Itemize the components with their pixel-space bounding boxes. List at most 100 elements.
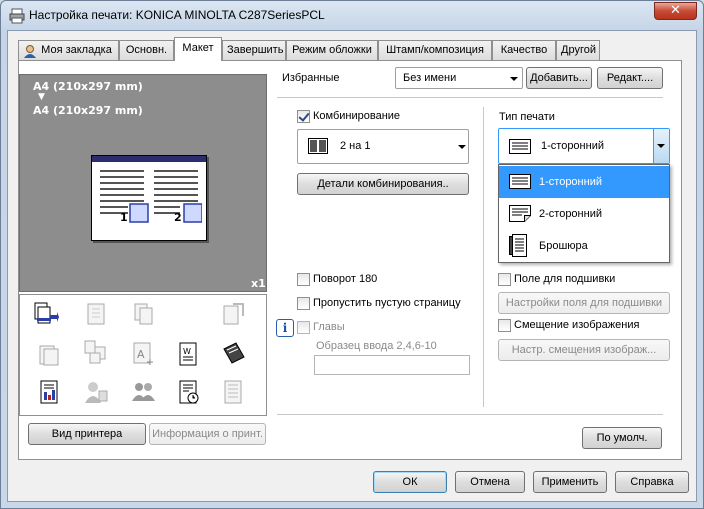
booklet-pages-icon[interactable]	[37, 342, 63, 368]
chapters-input[interactable]	[314, 355, 470, 375]
page-number-2: 2	[174, 211, 182, 224]
tab-label: Макет	[182, 42, 214, 54]
sheet-header-bar	[92, 156, 206, 162]
watermark-icon[interactable]: W	[176, 341, 202, 367]
combine-value: 2 на 1	[340, 140, 371, 152]
chevron-down-icon	[510, 77, 518, 81]
tab-my-tab[interactable]: Моя закладка	[18, 40, 119, 60]
tab-cover-mode[interactable]: Режим обложки	[286, 40, 378, 60]
person-icon	[24, 45, 36, 58]
option-label: 1-сторонний	[539, 176, 602, 188]
favorites-label: Избранные	[282, 72, 340, 84]
divider	[277, 97, 663, 98]
print-type-select[interactable]: 1-сторонний	[498, 128, 670, 164]
image-shift-settings-button[interactable]: Настр. смещения изображ...	[498, 339, 670, 361]
svg-text:W: W	[183, 347, 191, 356]
combine-checkbox[interactable]	[297, 110, 310, 123]
multi-page-icon[interactable]	[83, 339, 109, 365]
apply-button[interactable]: Применить	[533, 471, 607, 493]
binding-margin-label: Поле для подшивки	[514, 273, 616, 285]
combine-details-button[interactable]: Детали комбинирования..	[297, 173, 469, 195]
printer-icon	[9, 8, 25, 24]
tab-stamp-composition[interactable]: Штамп/композиция	[378, 40, 492, 60]
combine-select[interactable]: 2 на 1	[297, 129, 469, 164]
default-button[interactable]: По умолч.	[582, 427, 662, 449]
print-type-label: Тип печати	[499, 111, 555, 123]
column-divider	[483, 107, 484, 407]
page-number-1: 1	[120, 211, 128, 224]
option-label: 2-сторонний	[539, 208, 602, 220]
svg-text:A: A	[137, 348, 145, 361]
preview-sheet: 1 2	[91, 155, 207, 241]
group-stamp-icon[interactable]	[131, 379, 157, 405]
one-sided-icon	[509, 139, 531, 154]
title-bar: Настройка печати: KONICA MINOLTA C287Ser…	[1, 1, 703, 31]
skip-blank-label: Пропустить пустую страницу	[313, 297, 461, 309]
print-preview: A4 (210x297 mm) ▼ A4 (210x297 mm) x1 1 2	[19, 74, 267, 292]
chapters-hint: Образец ввода 2,4,6-10	[316, 340, 437, 352]
tab-label: Моя закладка	[41, 44, 112, 56]
tab-label: Штамп/композиция	[386, 44, 484, 56]
booklet-icon	[509, 234, 527, 257]
poster-mode-icon[interactable]	[83, 301, 109, 327]
chevron-down-icon	[458, 145, 466, 149]
print-type-value: 1-сторонний	[541, 140, 604, 152]
rotate-180-checkbox[interactable]	[297, 273, 310, 286]
function-icons-panel: A W	[19, 294, 267, 416]
arrow-down-icon: ▼	[38, 92, 45, 102]
cancel-button[interactable]: Отмена	[455, 471, 525, 493]
rotate-page-icon[interactable]	[221, 301, 247, 327]
paper-size-original: A4 (210x297 mm)	[33, 80, 143, 93]
tab-layout[interactable]: Макет	[174, 37, 222, 61]
tab-other[interactable]: Другой	[556, 40, 600, 60]
add-favorite-button[interactable]: Добавить...	[526, 67, 592, 89]
info-icon[interactable]: i	[276, 319, 294, 337]
copies-count: x1	[251, 277, 266, 290]
dropdown-option-booklet[interactable]: Брошюра	[499, 230, 669, 262]
printer-info-button[interactable]: Информация о принт.	[149, 423, 266, 445]
tab-label: Режим обложки	[292, 44, 372, 56]
chapters-checkbox[interactable]	[297, 321, 310, 334]
help-button[interactable]: Справка	[615, 471, 689, 493]
user-stamp-icon[interactable]	[83, 379, 109, 405]
copy-pages-icon[interactable]	[131, 301, 157, 327]
option-label: Брошюра	[539, 240, 588, 252]
image-shift-label: Смещение изображения	[514, 319, 640, 331]
skip-blank-checkbox[interactable]	[297, 297, 310, 310]
print-type-dropdown-list: 1-сторонний 2-сторонний Брошюра	[498, 164, 670, 263]
overlay-icon[interactable]	[221, 341, 247, 367]
two-pages-icon	[308, 138, 328, 154]
chapters-label: Главы	[313, 321, 345, 333]
favorites-value: Без имени	[403, 72, 457, 84]
tab-quality[interactable]: Качество	[492, 40, 556, 60]
binding-margin-settings-button[interactable]: Настройки поля для подшивки	[498, 292, 670, 314]
edit-favorite-button[interactable]: Редакт....	[597, 67, 663, 89]
dropdown-option-two-sided[interactable]: 2-сторонний	[499, 198, 669, 230]
tab-finishing[interactable]: Завершить	[222, 40, 286, 60]
header-footer-icon[interactable]	[221, 379, 247, 405]
tab-basic[interactable]: Основн.	[119, 40, 174, 60]
page-content-lines	[100, 170, 202, 223]
one-sided-icon	[509, 174, 531, 189]
tab-label: Другой	[561, 44, 596, 56]
tab-label: Основн.	[125, 44, 168, 56]
tab-label: Завершить	[227, 44, 284, 56]
chevron-down-icon	[657, 144, 665, 148]
favorites-select[interactable]: Без имени	[395, 67, 523, 89]
close-button[interactable]: ✕	[654, 2, 697, 20]
printer-view-button[interactable]: Вид принтера	[28, 423, 146, 445]
add-text-icon[interactable]: A	[131, 341, 157, 367]
combine-pages-icon[interactable]	[33, 301, 59, 327]
date-stamp-icon[interactable]	[176, 379, 202, 405]
image-shift-checkbox[interactable]	[498, 319, 511, 332]
window-title: Настройка печати: KONICA MINOLTA C287Ser…	[29, 8, 325, 22]
close-icon: ✕	[670, 3, 681, 18]
ok-button[interactable]: ОК	[373, 471, 447, 493]
dropdown-option-one-sided[interactable]: 1-сторонний	[499, 166, 669, 198]
color-chart-icon[interactable]	[37, 379, 63, 405]
binding-margin-checkbox[interactable]	[498, 273, 511, 286]
combine-label: Комбинирование	[313, 110, 401, 122]
divider	[277, 414, 663, 415]
two-sided-icon	[509, 205, 531, 222]
rotate-180-label: Поворот 180	[313, 273, 378, 285]
